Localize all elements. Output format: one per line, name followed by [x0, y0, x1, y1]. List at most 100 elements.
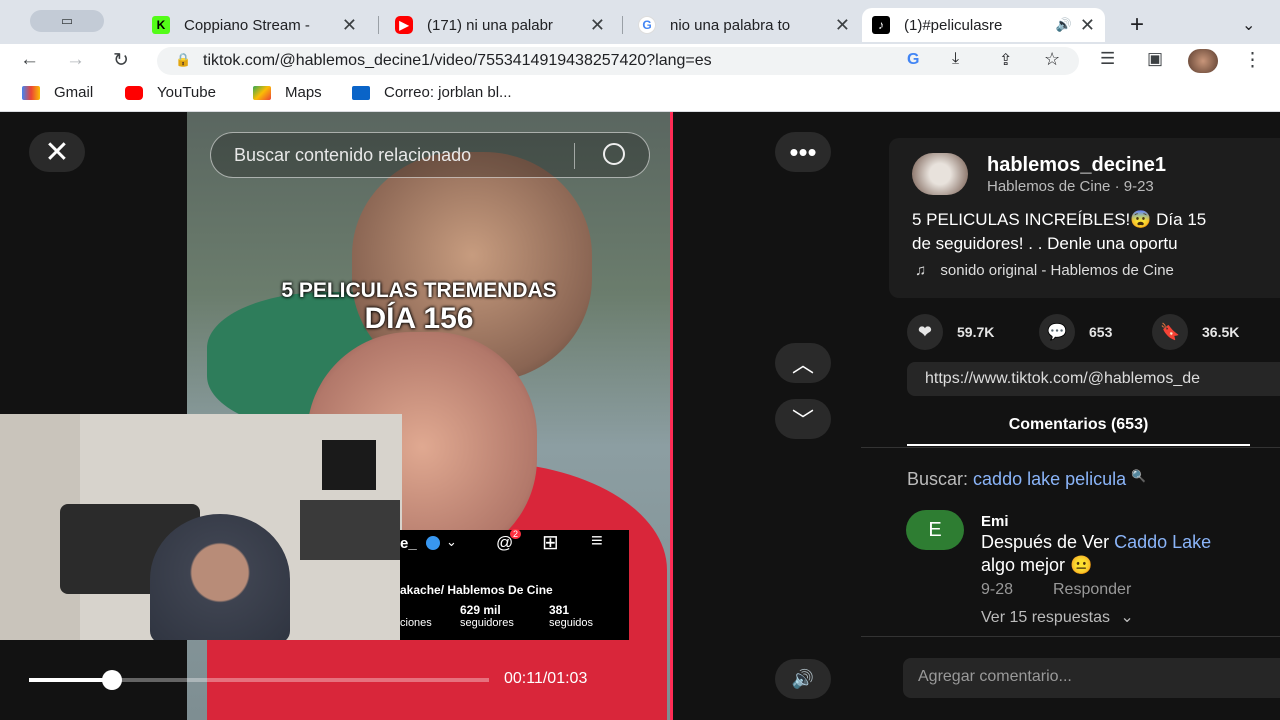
outlook-icon — [352, 85, 370, 100]
tab-kick[interactable]: K Coppiano Stream - ✕ — [142, 8, 367, 42]
close-video-button[interactable]: ✕ — [29, 132, 85, 172]
back-arrow-icon[interactable]: ← — [20, 49, 39, 71]
ig-username: e_ — [400, 535, 417, 552]
ig-following-value: 381 — [549, 603, 570, 617]
tab-divider — [378, 16, 379, 34]
verified-badge-icon — [426, 536, 440, 550]
kick-icon: K — [152, 16, 170, 34]
side-panel-icon[interactable]: ▣ — [1147, 49, 1163, 69]
ig-bio: akache/ Hablemos De Cine — [400, 583, 553, 597]
comments-tab[interactable]: Comentarios (653) — [907, 416, 1250, 434]
google-icon: G — [638, 16, 656, 34]
tab-title: (1)#peliculasre — [904, 16, 1003, 34]
bookmark-label: Gmail — [54, 84, 94, 101]
bookmark-label: Correo: jorblan bl... — [384, 84, 512, 101]
share-icon[interactable]: ⇪ — [999, 50, 1012, 70]
tab-strip: ▭ K Coppiano Stream - ✕ ▶ (171) ni una p… — [0, 0, 1280, 44]
tab-search-button[interactable]: ▭ — [30, 10, 104, 32]
video-time: 00:11/01:03 — [504, 670, 588, 687]
commenter-avatar[interactable]: E — [906, 510, 964, 550]
kebab-menu-icon[interactable]: ⋮ — [1243, 49, 1262, 72]
author-avatar[interactable] — [912, 153, 968, 195]
close-icon[interactable]: ✕ — [590, 15, 605, 36]
tab-list-button[interactable]: ⌄ — [1232, 8, 1265, 42]
progress-knob[interactable] — [101, 670, 122, 690]
reload-icon[interactable]: ↻ — [113, 49, 129, 72]
bookmark-gmail[interactable]: Gmail — [22, 84, 93, 101]
comment-date: 9-28 — [981, 581, 1014, 598]
address-bar[interactable]: 🔒 tiktok.com/@hablemos_decine1/video/755… — [157, 47, 1079, 75]
related-search-input[interactable]: Buscar contenido relacionado — [210, 132, 650, 178]
save-button[interactable]: 🔖 36.5K — [1152, 314, 1239, 350]
youtube-icon: ▶ — [395, 16, 413, 34]
tab-title: (171) ni una palabr — [427, 16, 553, 34]
chevron-up-icon: ︿ — [791, 352, 814, 377]
forward-arrow-icon[interactable]: → — [66, 49, 85, 71]
google-lens-icon[interactable]: G — [907, 51, 919, 69]
search-suggestion[interactable]: Buscar: caddo lake pelicula 🔍 — [907, 469, 1146, 490]
speaker-icon[interactable]: 🔊 — [1056, 17, 1072, 33]
next-video-button[interactable]: ﹀ — [775, 399, 831, 439]
chevron-down-icon: ⌄ — [1242, 17, 1256, 34]
bookmark-maps[interactable]: Maps — [253, 84, 322, 101]
video-caption-title: 5 PELICULAS TREMENDAS — [281, 279, 557, 302]
search-prefix: Buscar: — [907, 469, 969, 489]
bookmark-icon: 🔖 — [1152, 314, 1188, 350]
add-icon: ⊞ — [542, 532, 559, 554]
view-replies-button[interactable]: Ver 15 respuestas ⌄ — [981, 607, 1134, 627]
close-icon[interactable]: ✕ — [1080, 15, 1095, 36]
new-tab-button[interactable]: + — [1120, 8, 1154, 42]
like-button[interactable]: ❤ 59.7K — [907, 314, 994, 350]
sound-row[interactable]: ♫ sonido original - Hablemos de Cine — [915, 262, 1174, 279]
more-options-button[interactable]: ••• — [775, 132, 831, 172]
search-icon[interactable] — [603, 143, 625, 165]
speaker-icon: 🔊 — [791, 668, 815, 689]
search-placeholder: Buscar contenido relacionado — [234, 144, 472, 165]
bookmarks-bar: Gmail YouTube Maps Correo: jorblan bl... — [0, 78, 1280, 112]
tiktok-icon: ♪ — [872, 16, 890, 34]
bottom-divider — [861, 636, 1280, 637]
instagram-profile-overlay: e_ ⌄ @ 2 ⊞ ≡ akache/ Hablemos De Cine ci… — [400, 529, 629, 640]
webcam-overlay — [0, 414, 402, 640]
comment-text-line2: algo mejor 😐 — [981, 555, 1093, 575]
bookmark-outlook[interactable]: Correo: jorblan bl... — [352, 84, 512, 101]
gmail-icon — [22, 85, 40, 100]
caption-line: 5 PELICULAS INCREÍBLES!😨 Día 15 — [912, 210, 1207, 229]
view-replies-label: Ver 15 respuestas — [981, 609, 1110, 626]
tab-divider — [622, 16, 623, 34]
media-controls-icon[interactable]: ☰ — [1100, 49, 1115, 69]
profile-avatar[interactable] — [1188, 49, 1218, 73]
close-icon[interactable]: ✕ — [835, 15, 850, 36]
tab-title: Coppiano Stream - — [184, 16, 310, 34]
author-username[interactable]: hablemos_decine1 — [987, 154, 1166, 177]
add-comment-input[interactable]: Agregar comentario... — [903, 658, 1280, 698]
bookmark-youtube[interactable]: YouTube — [125, 84, 216, 101]
save-count: 36.5K — [1202, 324, 1240, 340]
tab-tiktok[interactable]: ♪ (1)#peliculasre 🔊 ✕ — [862, 8, 1105, 42]
ig-posts-label: ciones — [400, 617, 432, 629]
browser-toolbar: ← → ↻ 🔒 tiktok.com/@hablemos_decine1/vid… — [0, 44, 1280, 78]
tab-google[interactable]: G nio una palabra to ✕ — [628, 8, 860, 42]
comment-text-prefix: Después de Ver — [981, 532, 1115, 552]
copy-link-field[interactable]: https://www.tiktok.com/@hablemos_de — [907, 362, 1280, 396]
close-icon[interactable]: ✕ — [342, 15, 357, 36]
bookmark-label: Maps — [285, 84, 322, 101]
video-progress-bar[interactable] — [29, 670, 489, 690]
previous-video-button[interactable]: ︿ — [775, 343, 831, 383]
commenter-name[interactable]: Emi — [981, 513, 1009, 530]
comment-placeholder: Agregar comentario... — [918, 668, 1072, 685]
bookmark-star-icon[interactable]: ☆ — [1044, 49, 1060, 70]
install-icon[interactable]: ⤓ — [952, 50, 959, 68]
comment-count: 653 — [1089, 324, 1113, 340]
url-text: tiktok.com/@hablemos_decine1/video/75534… — [203, 52, 712, 69]
comment-button[interactable]: 💬 653 — [1039, 314, 1112, 350]
comment-text-link[interactable]: Caddo Lake — [1114, 532, 1211, 552]
volume-button[interactable]: 🔊 — [775, 659, 831, 699]
avatar-letter: E — [928, 518, 942, 541]
video-details-panel: hablemos_decine1 Hablemos de Cine · 9-23… — [861, 112, 1280, 720]
comment-text: Después de Ver Caddo Lake — [981, 532, 1211, 553]
reply-button[interactable]: Responder — [1053, 581, 1131, 599]
ig-followers-value: 629 mil — [460, 603, 501, 617]
tab-title: nio una palabra to — [670, 16, 791, 34]
tab-youtube[interactable]: ▶ (171) ni una palabr ✕ — [385, 8, 615, 42]
